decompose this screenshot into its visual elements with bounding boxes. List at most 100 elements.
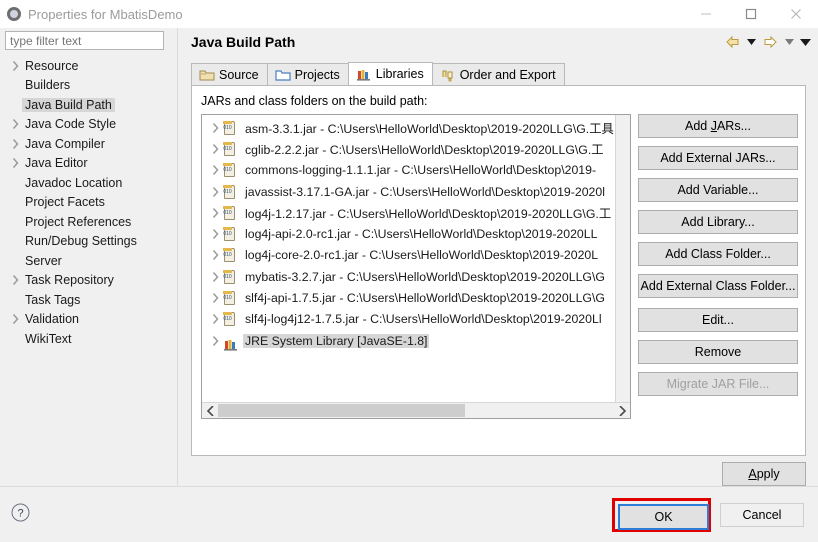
sidebar-item-task-repository[interactable]: Task Repository (0, 271, 178, 291)
chevron-right-icon[interactable] (8, 138, 22, 149)
list-item[interactable]: 010 javassist-3.17.1-GA.jar - C:\Users\He… (202, 181, 616, 202)
chevron-right-icon[interactable] (8, 275, 22, 286)
tab-projects[interactable]: Projects (266, 63, 349, 85)
sidebar-item-java-code-style[interactable]: Java Code Style (0, 115, 178, 135)
scroll-right-arrow-icon[interactable] (614, 403, 630, 418)
list-item[interactable]: JRE System Library [JavaSE-1.8] (202, 330, 616, 351)
apply-row: Apply (191, 462, 806, 486)
list-item[interactable]: 010 log4j-1.2.17.jar - C:\Users\HelloWorl… (202, 202, 616, 223)
list-item[interactable]: 010 slf4j-api-1.7.5.jar - C:\Users\HelloW… (202, 287, 616, 308)
settings-detail-pane: Java Build Path Source Projects Librarie… (179, 28, 818, 486)
list-item[interactable]: 010 cglib-2.2.2.jar - C:\Users\HelloWorld… (202, 138, 616, 159)
list-item[interactable]: 010 log4j-api-2.0-rc1.jar - C:\Users\Hell… (202, 223, 616, 244)
edit-button[interactable]: Edit... (638, 308, 798, 332)
list-horizontal-scrollbar[interactable] (202, 402, 630, 418)
remove-button[interactable]: Remove (638, 340, 798, 364)
chevron-right-icon[interactable] (8, 314, 22, 325)
list-item[interactable]: 010 slf4j-log4j12-1.7.5.jar - C:\Users\He… (202, 309, 616, 330)
list-item[interactable]: 010 mybatis-3.2.7.jar - C:\Users\HelloWor… (202, 266, 616, 287)
sidebar-item-label: Server (25, 253, 62, 268)
tab-label: Libraries (375, 67, 424, 81)
sidebar-item-java-compiler[interactable]: Java Compiler (0, 134, 178, 154)
source-folder-icon (199, 67, 215, 83)
libraries-list[interactable]: 010 asm-3.3.1.jar - C:\Users\HelloWorld\D… (201, 114, 631, 419)
sidebar-item-resource[interactable]: Resource (0, 56, 178, 76)
sidebar-item-builders[interactable]: Builders (0, 76, 178, 96)
page-nav-toolbar (722, 32, 812, 52)
sidebar-item-label: Java Build Path (22, 97, 115, 112)
sidebar-item-java-editor[interactable]: Java Editor (0, 154, 178, 174)
view-menu-chevron-down-icon[interactable] (798, 32, 812, 52)
eclipse-icon (6, 6, 22, 22)
sidebar-item-label: Java Code Style (25, 117, 117, 132)
add-jars-button[interactable]: Add JARs... (638, 114, 798, 138)
chevron-right-icon[interactable] (208, 314, 222, 325)
filter-input[interactable] (5, 31, 164, 50)
list-item[interactable]: 010 asm-3.3.1.jar - C:\Users\HelloWorld\D… (202, 117, 616, 138)
h-scroll-thumb[interactable] (218, 404, 465, 417)
tab-label: Order and Export (459, 67, 556, 82)
close-icon[interactable] (773, 0, 818, 28)
sidebar-item-validation[interactable]: Validation (0, 310, 178, 330)
help-icon[interactable]: ? (11, 503, 30, 522)
tab-source[interactable]: Source (191, 63, 268, 85)
list-item-label: cglib-2.2.2.jar - C:\Users\HelloWorld\De… (245, 142, 604, 157)
h-scroll-track[interactable] (218, 403, 614, 418)
ok-button[interactable]: OK (618, 504, 709, 530)
sidebar-item-project-facets[interactable]: Project Facets (0, 193, 178, 213)
window-title: Properties for MbatisDemo (28, 6, 183, 22)
list-item[interactable]: 010 commons-logging-1.1.1.jar - C:\Users\… (202, 160, 616, 181)
add-variable-button[interactable]: Add Variable... (638, 178, 798, 202)
cancel-button[interactable]: Cancel (720, 503, 804, 527)
chevron-right-icon[interactable] (208, 143, 222, 154)
sidebar-item-server[interactable]: Server (0, 251, 178, 271)
chevron-right-icon[interactable] (208, 335, 222, 346)
chevron-right-icon[interactable] (208, 229, 222, 240)
sidebar-item-project-references[interactable]: Project References (0, 212, 178, 232)
sidebar-item-javadoc-location[interactable]: Javadoc Location (0, 173, 178, 193)
minimize-icon[interactable] (683, 0, 728, 28)
sidebar-item-java-build-path[interactable]: Java Build Path (0, 95, 178, 115)
chevron-right-icon[interactable] (208, 186, 222, 197)
library-action-buttons: Add JARs... Add External JARs... Add Varia… (638, 114, 798, 404)
apply-button[interactable]: Apply (722, 462, 806, 486)
add-class-folder-button[interactable]: Add Class Folder... (638, 242, 798, 266)
tab-label: Source (219, 67, 259, 82)
chevron-right-icon[interactable] (8, 119, 22, 130)
jar-icon: 010 (222, 120, 238, 136)
jar-icon: 010 (222, 184, 238, 200)
sidebar-item-label: Task Tags (25, 292, 81, 307)
chevron-right-icon[interactable] (208, 207, 222, 218)
chevron-right-icon[interactable] (208, 293, 222, 304)
maximize-icon[interactable] (728, 0, 773, 28)
libraries-icon (356, 66, 372, 82)
library-icon (222, 333, 238, 351)
sidebar-item-run-debug-settings[interactable]: Run/Debug Settings (0, 232, 178, 252)
list-item[interactable]: 010 log4j-core-2.0-rc1.jar - C:\Users\Hel… (202, 245, 616, 266)
tab-libraries[interactable]: Libraries (347, 62, 433, 85)
dialog-body: Resource Builders Java Build Path Java Code… (0, 28, 818, 486)
add-external-class-folder-button[interactable]: Add External Class Folder... (638, 274, 798, 298)
list-item-label: slf4j-log4j12-1.7.5.jar - C:\Users\Hello… (245, 312, 602, 327)
sidebar-item-label: Javadoc Location (25, 175, 123, 190)
back-arrow-icon[interactable] (722, 32, 742, 52)
forward-arrow-icon[interactable] (760, 32, 780, 52)
back-menu-chevron-down-icon[interactable] (744, 32, 758, 52)
list-vertical-scrollbar[interactable] (615, 115, 630, 402)
chevron-right-icon[interactable] (208, 122, 222, 133)
scroll-left-arrow-icon[interactable] (202, 403, 218, 418)
sidebar-item-task-tags[interactable]: Task Tags (0, 290, 178, 310)
sidebar-item-label: Run/Debug Settings (25, 234, 137, 249)
chevron-right-icon[interactable] (208, 165, 222, 176)
add-library-button[interactable]: Add Library... (638, 210, 798, 234)
libraries-panel: JARs and class folders on the build path… (191, 86, 806, 456)
tab-order-and-export[interactable]: Order and Export (431, 63, 565, 85)
chevron-right-icon[interactable] (8, 158, 22, 169)
add-external-jars-button[interactable]: Add External JARs... (638, 146, 798, 170)
sidebar-item-wikitext[interactable]: WikiText (0, 329, 178, 349)
sidebar-item-label: Project Facets (25, 195, 105, 210)
chevron-right-icon[interactable] (8, 60, 22, 71)
forward-menu-chevron-down-icon[interactable] (782, 32, 796, 52)
chevron-right-icon[interactable] (208, 271, 222, 282)
chevron-right-icon[interactable] (208, 250, 222, 261)
